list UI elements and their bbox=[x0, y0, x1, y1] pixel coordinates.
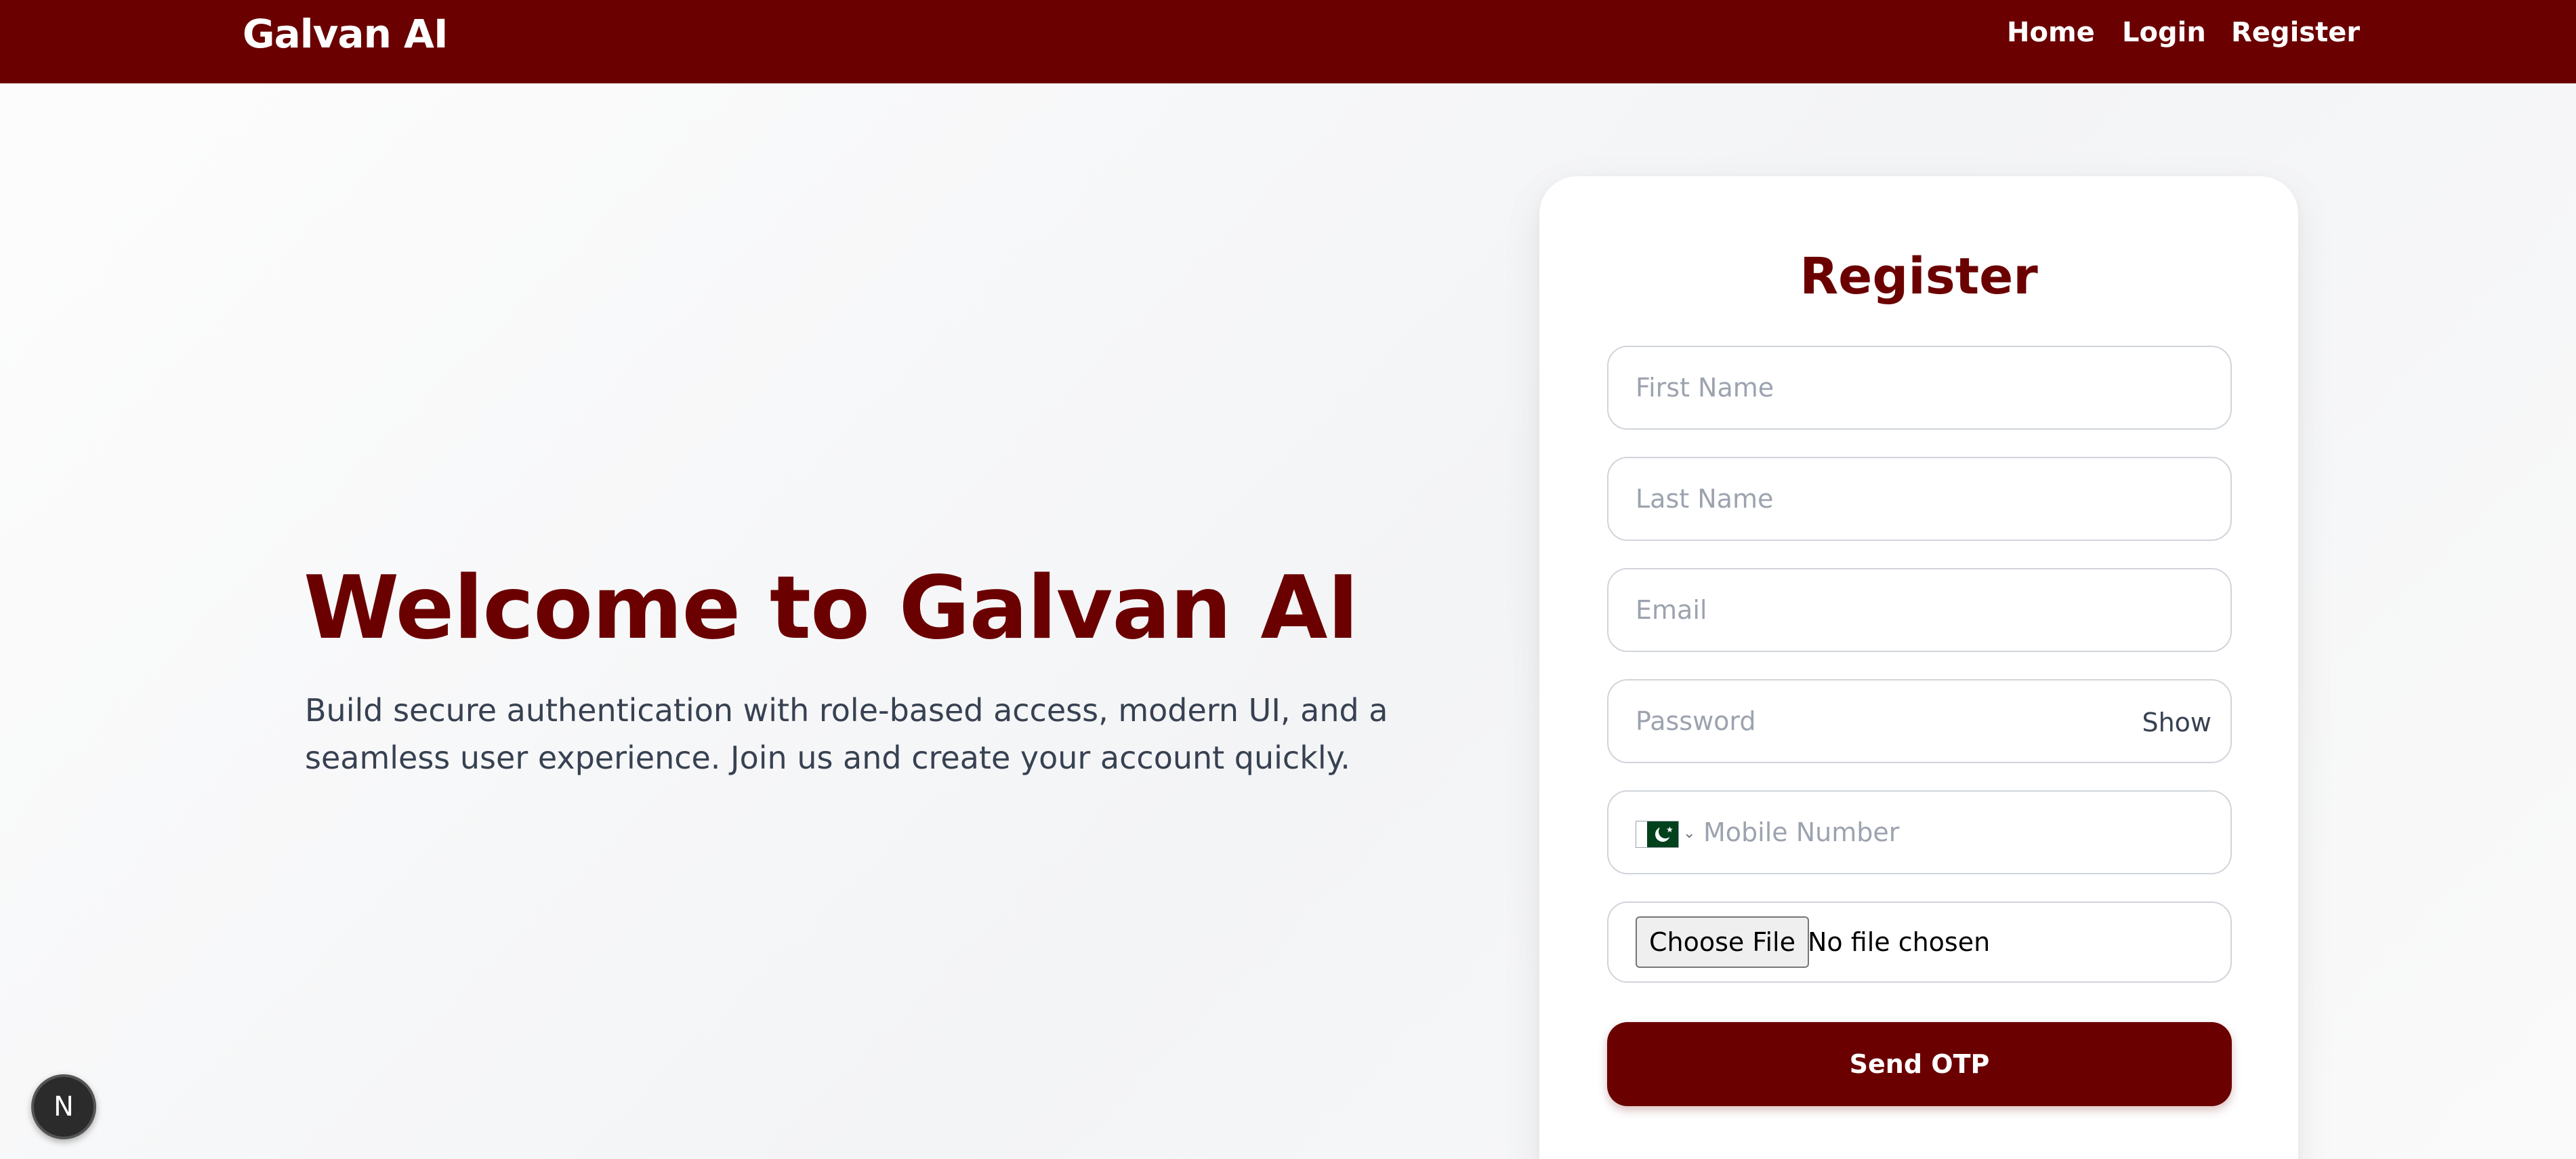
flag-white-band bbox=[1636, 821, 1647, 847]
dev-tools-badge[interactable]: N bbox=[31, 1074, 96, 1139]
pakistan-flag-icon[interactable]: ★ bbox=[1636, 821, 1679, 848]
nav-link-register[interactable]: Register bbox=[2231, 14, 2360, 52]
show-password-toggle[interactable]: Show bbox=[2142, 704, 2211, 741]
mobile-field: ★ ⌄ bbox=[1607, 790, 2232, 874]
last-name-field bbox=[1607, 457, 2232, 541]
email-input[interactable] bbox=[1608, 569, 2230, 651]
password-input[interactable] bbox=[1608, 680, 2230, 762]
nav-link-home[interactable]: Home bbox=[2007, 14, 2095, 52]
hero-title: Welcome to Galvan AI bbox=[304, 558, 1359, 659]
last-name-input[interactable] bbox=[1608, 458, 2230, 540]
nav-link-login[interactable]: Login bbox=[2122, 14, 2206, 52]
send-otp-button[interactable]: Send OTP bbox=[1607, 1022, 2232, 1106]
first-name-field bbox=[1607, 346, 2232, 430]
register-card: Register Show ★ ⌄ Choose File No file ch… bbox=[1539, 176, 2298, 1159]
choose-file-button[interactable]: Choose File bbox=[1636, 916, 1809, 968]
file-upload-field: Choose File No file chosen bbox=[1607, 901, 2232, 983]
chevron-down-icon[interactable]: ⌄ bbox=[1683, 821, 1695, 846]
email-field bbox=[1607, 568, 2232, 652]
register-title: Register bbox=[1800, 247, 2038, 306]
first-name-input[interactable] bbox=[1608, 347, 2230, 428]
mobile-input[interactable] bbox=[1608, 792, 2230, 873]
hero-subtitle: Build secure authentication with role-ba… bbox=[305, 692, 1388, 776]
file-status-text: No file chosen bbox=[1808, 927, 1991, 957]
brand-logo[interactable]: Galvan AI bbox=[243, 8, 449, 60]
password-field: Show bbox=[1607, 679, 2232, 763]
flag-star: ★ bbox=[1666, 825, 1674, 834]
navbar: Galvan AI Home Login Register bbox=[0, 0, 2576, 83]
